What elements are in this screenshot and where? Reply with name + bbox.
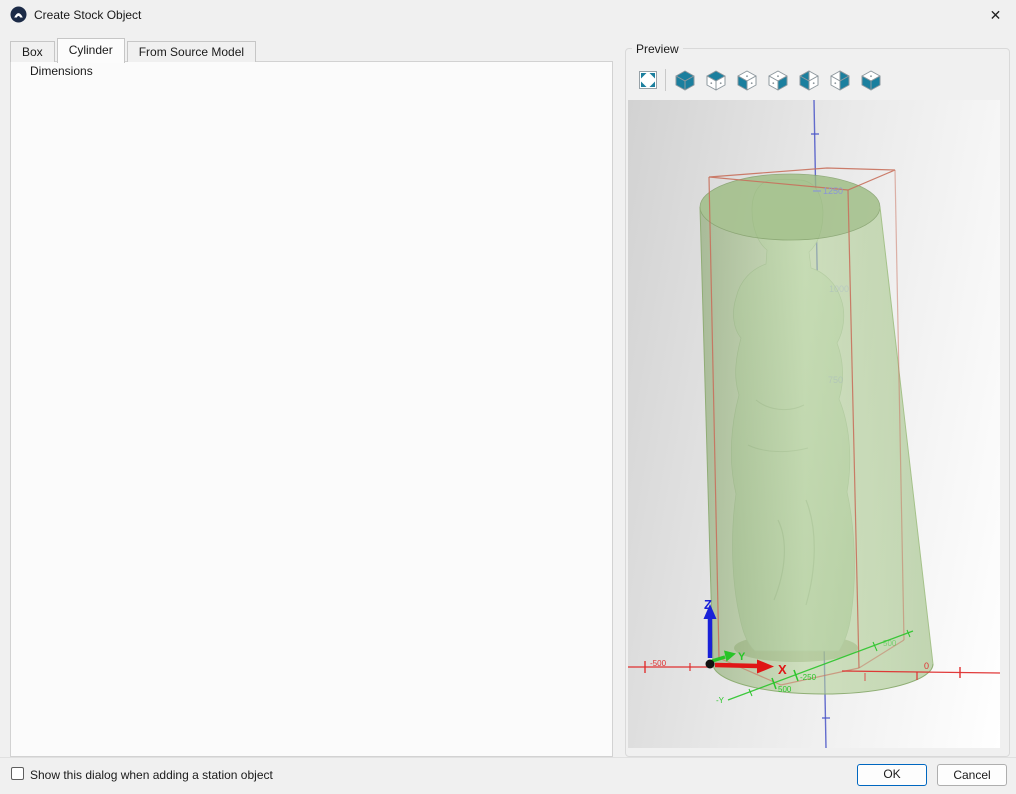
fit-view-button[interactable]	[636, 68, 660, 92]
x-ruler-right-label: 0	[924, 661, 929, 671]
cube-right-icon	[766, 68, 790, 92]
show-dialog-checkbox-label[interactable]: Show this dialog when adding a station o…	[30, 768, 273, 782]
view-left-button[interactable]	[828, 68, 852, 92]
x-ruler-left-label: -500	[650, 659, 667, 668]
title-bar: Create Stock Object ✕	[0, 0, 1016, 30]
toolbar-separator	[665, 69, 666, 91]
view-bottom-button[interactable]	[859, 68, 883, 92]
y-axis-label: Y	[738, 651, 746, 663]
stock-cylinder	[700, 174, 933, 694]
view-top-button[interactable]	[704, 68, 728, 92]
z-axis-label: Z	[704, 597, 712, 612]
cube-isometric-icon	[673, 68, 697, 92]
cube-front-icon	[735, 68, 759, 92]
view-front-button[interactable]	[735, 68, 759, 92]
view-back-button[interactable]	[797, 68, 821, 92]
tab-box[interactable]: Box	[10, 41, 55, 62]
tab-from-source-model[interactable]: From Source Model	[127, 41, 256, 62]
cancel-button[interactable]: Cancel	[937, 764, 1007, 786]
app-logo-icon	[10, 6, 27, 23]
view-isometric-button[interactable]	[673, 68, 697, 92]
preview-group-label: Preview	[632, 42, 683, 56]
fit-view-icon	[636, 68, 660, 92]
x-axis-label: X	[778, 662, 787, 677]
y-ruler-end-label: -Y	[716, 696, 725, 705]
z-ruler-label-1250: 1250	[823, 186, 843, 196]
preview-3d-scene: -500 0 -250 500 -Y 500 1250 1000 750	[628, 100, 1000, 748]
preview-viewport[interactable]: -500 0 -250 500 -Y 500 1250 1000 750	[628, 100, 1000, 748]
ok-button[interactable]: OK	[857, 764, 927, 786]
footer-separator	[0, 757, 1016, 758]
tab-cylinder[interactable]: Cylinder	[57, 38, 125, 63]
y-ruler-label-500: 500	[778, 685, 792, 694]
cube-left-icon	[828, 68, 852, 92]
tab-bar: Box Cylinder From Source Model	[10, 39, 258, 62]
show-dialog-checkbox[interactable]	[11, 767, 24, 780]
cube-bottom-icon	[859, 68, 883, 92]
window-title: Create Stock Object	[34, 8, 141, 22]
y-ruler-label-250: -250	[800, 673, 817, 682]
z-ruler-label-1000: 1000	[829, 284, 849, 294]
cube-back-icon	[797, 68, 821, 92]
close-button[interactable]: ✕	[975, 0, 1016, 30]
view-right-button[interactable]	[766, 68, 790, 92]
cube-top-icon	[704, 68, 728, 92]
create-stock-object-dialog: Create Stock Object ✕ Box Cylinder From …	[0, 0, 1016, 794]
y-ruler-far-label: 500	[883, 639, 897, 648]
tab-page-cylinder	[10, 61, 613, 757]
dimensions-group-label: Dimensions	[26, 64, 97, 78]
z-ruler-label-750: 750	[828, 375, 843, 385]
